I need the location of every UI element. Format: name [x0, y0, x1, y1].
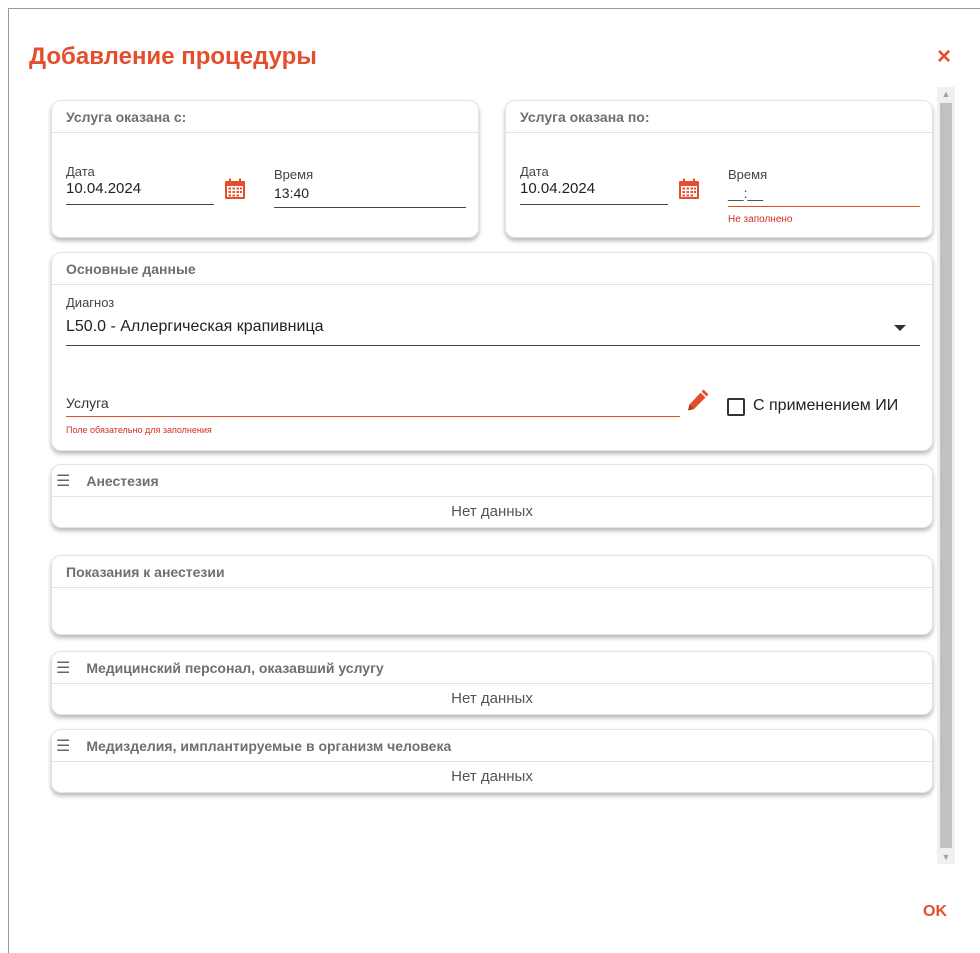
from-date-input[interactable]: 10.04.2024 [66, 180, 141, 197]
to-time-error: Не заполнено [728, 214, 793, 225]
from-date-label: Дата [66, 164, 95, 179]
ai-checkbox[interactable] [727, 398, 745, 416]
anesthesia-empty: Нет данных [451, 503, 533, 520]
ai-checkbox-label[interactable]: С применением ИИ [753, 397, 898, 415]
to-time-label: Время [728, 167, 768, 182]
calendar-icon[interactable] [224, 178, 246, 200]
diagnosis-underline [66, 345, 920, 346]
implant-devices-title: Медизделия, имплантируемые в организм че… [86, 737, 452, 754]
dialog-title: Добавление процедуры [29, 43, 317, 70]
close-icon[interactable]: × [937, 45, 951, 69]
from-time-label: Время [274, 167, 314, 182]
scroll-down-arrow-icon[interactable]: ▼ [937, 850, 955, 864]
anesthesia-indications-header: Показания к анестезии [52, 556, 932, 588]
menu-icon[interactable]: ☰ [56, 658, 70, 678]
medical-staff-empty: Нет данных [451, 690, 533, 707]
service-from-card: Услуга оказана с: Дата 10.04.2024 Время … [51, 100, 479, 238]
to-date-input[interactable]: 10.04.2024 [520, 180, 595, 197]
medical-staff-card: ☰ Медицинский персонал, оказавший услугу… [51, 651, 933, 715]
diagnosis-select[interactable]: L50.0 - Аллергическая крапивница [66, 318, 324, 336]
main-data-card: Основные данные Диагноз L50.0 - Аллергич… [51, 252, 933, 451]
ok-button[interactable]: OK [923, 903, 947, 921]
scrollbar[interactable]: ▲ ▼ [937, 87, 955, 864]
service-underline [66, 416, 680, 417]
menu-icon[interactable]: ☰ [56, 736, 70, 756]
calendar-icon[interactable] [678, 178, 700, 200]
anesthesia-header: ☰ Анестезия [52, 465, 932, 497]
implant-devices-empty: Нет данных [451, 768, 533, 785]
anesthesia-indications-card: Показания к анестезии [51, 555, 933, 635]
anesthesia-card: ☰ Анестезия Нет данных [51, 464, 933, 528]
chevron-down-icon[interactable] [894, 325, 906, 331]
anesthesia-indications-input[interactable] [52, 588, 932, 634]
scroll-up-arrow-icon[interactable]: ▲ [937, 87, 955, 101]
main-data-header: Основные данные [52, 253, 932, 285]
to-time-input[interactable]: __:__ [728, 185, 763, 201]
to-time-underline [728, 206, 920, 207]
medical-staff-title: Медицинский персонал, оказавший услугу [86, 659, 384, 676]
scroll-thumb[interactable] [940, 103, 952, 848]
implant-devices-header: ☰ Медизделия, имплантируемые в организм … [52, 730, 932, 762]
medical-staff-header: ☰ Медицинский персонал, оказавший услугу [52, 652, 932, 684]
from-date-underline [66, 204, 214, 205]
service-from-header: Услуга оказана с: [52, 101, 478, 133]
service-to-header: Услуга оказана по: [506, 101, 932, 133]
diagnosis-label: Диагноз [66, 295, 115, 310]
to-date-label: Дата [520, 164, 549, 179]
service-to-card: Услуга оказана по: Дата 10.04.2024 Время… [505, 100, 933, 238]
from-time-underline [274, 207, 466, 208]
anesthesia-title: Анестезия [86, 472, 159, 489]
menu-icon[interactable]: ☰ [56, 471, 70, 491]
to-date-underline [520, 204, 668, 205]
service-input[interactable]: Услуга [66, 395, 109, 411]
from-time-input[interactable]: 13:40 [274, 185, 309, 201]
implant-devices-card: ☰ Медизделия, имплантируемые в организм … [51, 729, 933, 793]
service-error: Поле обязательно для заполнения [66, 425, 212, 435]
pencil-icon[interactable] [685, 387, 711, 413]
